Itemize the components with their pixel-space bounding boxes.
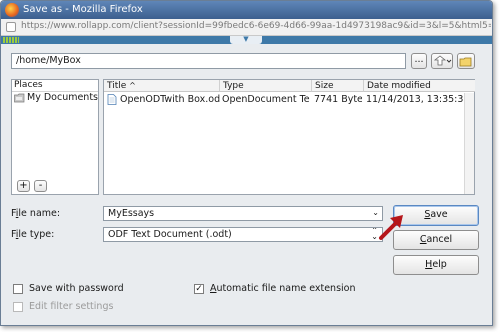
edit-filter-settings-label: Edit filter settings: [29, 301, 114, 312]
browse-label: ...: [414, 54, 424, 65]
table-row[interactable]: OpenODTwith Box.od OpenDocument Te 7741 …: [104, 93, 474, 106]
add-place-button[interactable]: +: [17, 180, 30, 192]
file-type-value: ODF Text Document (.odt): [108, 229, 232, 240]
file-name-input[interactable]: MyEssays ⌄: [103, 206, 383, 221]
column-title-label: Title: [107, 81, 127, 91]
document-icon: [107, 94, 117, 105]
address-url: https://www.rollapp.com/client?sessionId…: [21, 21, 491, 31]
column-header-size[interactable]: Size: [312, 80, 364, 92]
go-up-icon: [433, 55, 452, 66]
column-header-title[interactable]: Title ^: [104, 80, 220, 92]
places-header: Places: [14, 80, 43, 90]
help-label: elp: [432, 259, 447, 270]
file-type-cell: OpenDocument Te: [222, 94, 310, 105]
cancel-label: ancel: [426, 234, 453, 245]
vertical-scrollbar[interactable]: [464, 93, 474, 194]
column-size-label: Size: [315, 81, 334, 91]
rollapp-toolbar: ▼: [1, 36, 492, 44]
firefox-icon: [5, 3, 19, 17]
location-path-field[interactable]: /home/MyBox: [11, 53, 406, 69]
column-header-date-modified[interactable]: Date modified: [364, 80, 475, 92]
places-item-my-documents[interactable]: My Documents: [14, 92, 98, 104]
file-title-cell: OpenODTwith Box.od: [120, 94, 220, 105]
edit-filter-settings-checkbox[interactable]: [13, 302, 23, 312]
file-name-label-post: le name:: [18, 208, 61, 219]
help-button[interactable]: Help: [393, 255, 479, 275]
auto-extension-label-rest: utomatic file name extension: [216, 283, 356, 294]
new-folder-button[interactable]: [457, 53, 475, 69]
red-arrow-icon: [379, 215, 403, 240]
new-folder-icon: [459, 57, 472, 67]
add-place-label: +: [19, 180, 28, 191]
remove-place-button[interactable]: -: [34, 180, 47, 192]
title-bar[interactable]: Save as - Mozilla Firefox: [1, 1, 492, 19]
file-name-value: MyEssays: [108, 208, 155, 219]
window-title: Save as - Mozilla Firefox: [23, 4, 143, 15]
file-type-label: File type:: [11, 229, 54, 240]
save-as-window: Save as - Mozilla Firefox https://www.ro…: [0, 0, 493, 326]
save-label: ave: [430, 209, 448, 220]
folder-icon: [14, 93, 25, 103]
file-list-panel: Title ^ Type Size Date modified OpenODTw…: [103, 79, 475, 195]
auto-extension-checkbox[interactable]: ✓: [194, 284, 204, 294]
go-up-button[interactable]: [431, 53, 453, 69]
browse-button[interactable]: ...: [411, 53, 427, 69]
column-header-type[interactable]: Type: [220, 80, 312, 92]
status-indicator-icon: [3, 37, 19, 43]
location-path-value: /home/MyBox: [16, 55, 81, 66]
address-bar[interactable]: https://www.rollapp.com/client?sessionId…: [1, 19, 492, 36]
sort-ascending-icon: ^: [129, 81, 136, 90]
file-date-cell: 11/14/2013, 13:35:31: [366, 94, 470, 105]
site-identity-icon: [6, 22, 16, 32]
column-type-label: Type: [223, 81, 244, 91]
auto-extension-label: Automatic file name extension: [210, 283, 356, 294]
file-type-select[interactable]: ODF Text Document (.odt) ⌃ ⌄: [103, 227, 383, 242]
places-item-label: My Documents: [27, 92, 99, 103]
save-with-password-checkbox[interactable]: [13, 284, 23, 294]
file-size-cell: 7741 Byte: [314, 94, 362, 105]
cancel-mnemonic: C: [419, 234, 427, 245]
save-with-password-label: Save with password: [29, 283, 124, 294]
file-type-label-post: le type:: [18, 229, 55, 240]
places-panel: Places My Documents + -: [11, 79, 99, 195]
checkmark-icon: ✓: [195, 284, 203, 294]
file-name-label: File name:: [11, 208, 60, 219]
column-date-label: Date modified: [367, 81, 431, 91]
chevron-down-icon[interactable]: ▼: [230, 36, 262, 44]
remove-place-label: -: [38, 180, 43, 191]
